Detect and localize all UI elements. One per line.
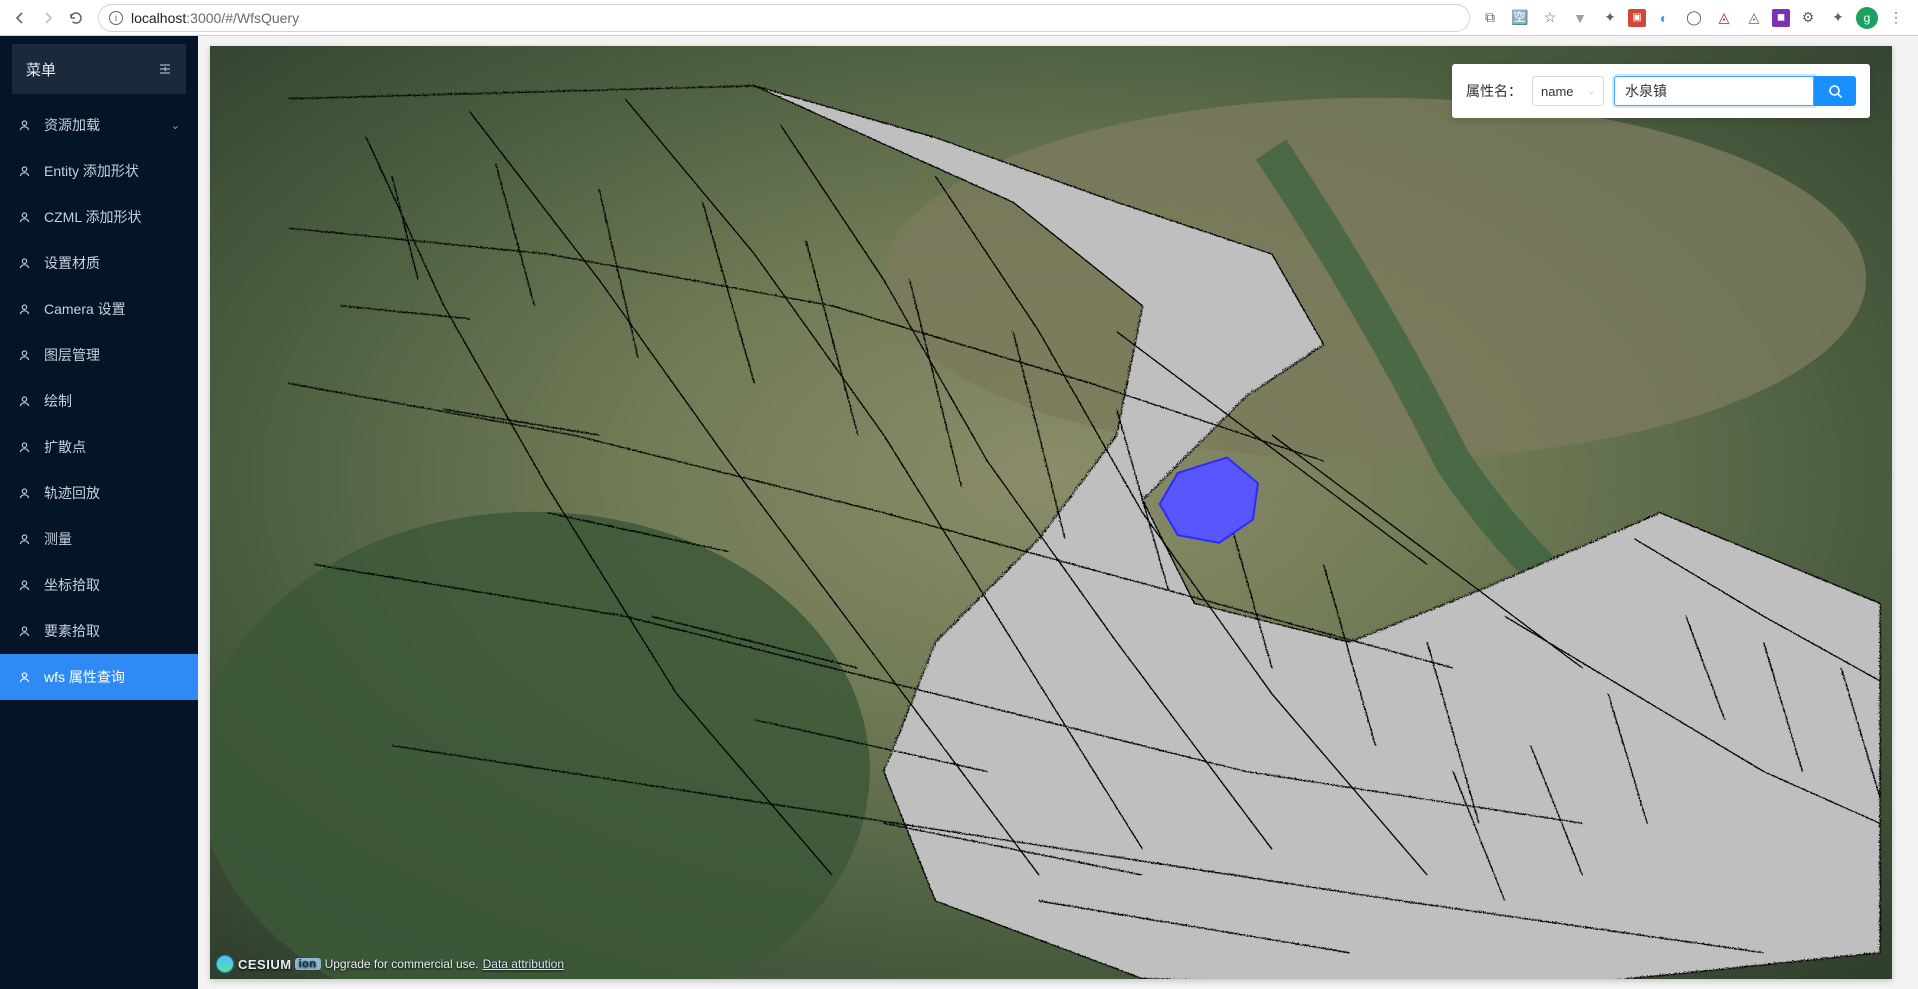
site-info-icon[interactable]: i: [109, 11, 123, 25]
user-icon: [18, 487, 32, 500]
sidebar-item[interactable]: 扩散点: [0, 424, 198, 470]
collapse-icon[interactable]: [158, 62, 172, 76]
cesium-upgrade-text: Upgrade for commercial use.: [325, 957, 479, 971]
url-path: :3000/#/WfsQuery: [186, 10, 299, 26]
translate-icon[interactable]: 🈳: [1508, 6, 1532, 30]
browser-toolbar-right: ⧉ 🈳 ☆ ▼ ✦ ▣ ◐ ◯ ◬ ◬ ◼ ⚙ ✦ g ⋮: [1478, 6, 1912, 30]
user-icon: [18, 625, 32, 638]
cesium-brand: CESIUM: [238, 957, 292, 972]
star-icon[interactable]: ☆: [1538, 6, 1562, 30]
sidebar-item-label: 测量: [44, 529, 72, 549]
sidebar-item-label: Camera 设置: [44, 299, 126, 319]
user-icon: [18, 303, 32, 316]
query-panel: 属性名： name ⌄: [1452, 64, 1870, 118]
url-host: localhost: [131, 10, 186, 26]
sidebar-item[interactable]: 绘制: [0, 378, 198, 424]
user-icon: [18, 579, 32, 592]
ext-icon-4[interactable]: ◯: [1682, 6, 1706, 30]
forward-button[interactable]: [34, 4, 62, 32]
attribute-input[interactable]: [1614, 76, 1814, 106]
user-icon: [18, 165, 32, 178]
user-icon: [18, 441, 32, 454]
user-icon: [18, 349, 32, 362]
search-icon: [1828, 84, 1843, 99]
browser-toolbar: i localhost:3000/#/WfsQuery ⧉ 🈳 ☆ ▼ ✦ ▣ …: [0, 0, 1918, 36]
ext-icon-5[interactable]: ◬: [1742, 6, 1766, 30]
user-icon: [18, 671, 32, 684]
attribute-select[interactable]: name ⌄: [1532, 76, 1604, 106]
sidebar-item-label: 轨迹回放: [44, 483, 100, 503]
attribute-label: 属性名：: [1466, 81, 1522, 101]
sidebar-title: 菜单: [26, 59, 56, 80]
sidebar-item[interactable]: wfs 属性查询: [0, 654, 198, 700]
sidebar-header: 菜单: [12, 44, 186, 94]
sidebar: 菜单 资源加载 ⌄ Entity 添加形状 CZML 添加形状设置材质 Camera 设…: [0, 36, 198, 989]
sidebar-item[interactable]: CZML 添加形状: [0, 194, 198, 240]
reload-button[interactable]: [62, 4, 90, 32]
cesium-attribution: CESIUM ion Upgrade for commercial use. D…: [216, 955, 564, 973]
cesium-logo[interactable]: CESIUM ion: [216, 955, 321, 973]
sidebar-item-label: 绘制: [44, 391, 72, 411]
search-button[interactable]: [1814, 76, 1856, 106]
sidebar-item-label: 扩散点: [44, 437, 86, 457]
menu-icon[interactable]: ⋮: [1884, 6, 1908, 30]
sidebar-item-label: wfs 属性查询: [44, 667, 125, 687]
user-icon: [18, 211, 32, 224]
attribute-select-value: name: [1541, 84, 1574, 99]
user-icon: [18, 257, 32, 270]
sidebar-item[interactable]: 测量: [0, 516, 198, 562]
sidebar-item[interactable]: Camera 设置: [0, 286, 198, 332]
sidebar-item-label: 图层管理: [44, 345, 100, 365]
address-bar[interactable]: i localhost:3000/#/WfsQuery: [98, 4, 1470, 32]
ext-icon-1[interactable]: ✦: [1598, 6, 1622, 30]
ext-icon-6[interactable]: ◼: [1772, 9, 1790, 27]
sidebar-item[interactable]: 要素拾取: [0, 608, 198, 654]
sidebar-item-label: 资源加载: [44, 115, 100, 135]
user-icon: [18, 395, 32, 408]
chevron-down-icon: ⌄: [171, 119, 180, 132]
cesium-ion-badge: ion: [295, 958, 321, 970]
sidebar-item-label: 要素拾取: [44, 621, 100, 641]
ext-icon-3[interactable]: ◐: [1652, 6, 1676, 30]
sidebar-item[interactable]: 资源加载 ⌄: [0, 102, 198, 148]
user-icon: [18, 119, 32, 132]
ext-icon-7[interactable]: ⚙: [1796, 6, 1820, 30]
sidebar-item-label: 坐标拾取: [44, 575, 100, 595]
sidebar-item[interactable]: 坐标拾取: [0, 562, 198, 608]
sidebar-item[interactable]: Entity 添加形状: [0, 148, 198, 194]
user-icon: [18, 533, 32, 546]
device-icon[interactable]: ⧉: [1478, 6, 1502, 30]
map-canvas[interactable]: [210, 46, 1892, 979]
sidebar-item-label: Entity 添加形状: [44, 161, 139, 181]
sidebar-item-label: CZML 添加形状: [44, 207, 141, 227]
chevron-down-icon: ⌄: [1587, 86, 1595, 97]
sidebar-item[interactable]: 图层管理: [0, 332, 198, 378]
map-container: 属性名： name ⌄ CESIUM ion Upgrade for comme…: [210, 46, 1892, 979]
vue-ext-icon[interactable]: ▼: [1568, 6, 1592, 30]
extensions-icon[interactable]: ✦: [1826, 6, 1850, 30]
sidebar-item-label: 设置材质: [44, 253, 100, 273]
globe-icon: [216, 955, 234, 973]
profile-avatar[interactable]: g: [1856, 7, 1878, 29]
data-attribution-link[interactable]: Data attribution: [483, 957, 564, 971]
sidebar-item[interactable]: 轨迹回放: [0, 470, 198, 516]
sidebar-menu: 资源加载 ⌄ Entity 添加形状 CZML 添加形状设置材质 Camera 设置图层…: [0, 102, 198, 700]
angular-ext-icon[interactable]: ◬: [1712, 6, 1736, 30]
sidebar-item[interactable]: 设置材质: [0, 240, 198, 286]
back-button[interactable]: [6, 4, 34, 32]
ext-icon-2[interactable]: ▣: [1628, 9, 1646, 27]
